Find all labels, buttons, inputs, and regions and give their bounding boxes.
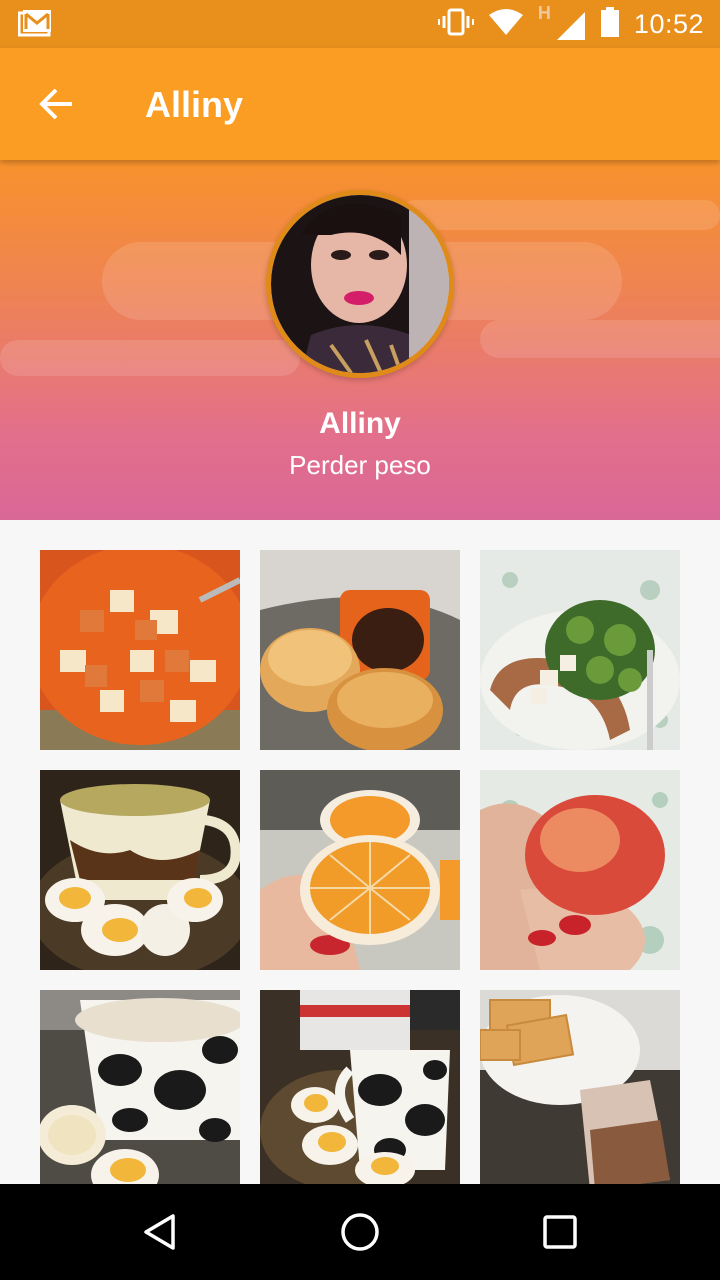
nav-back-button[interactable] <box>130 1202 190 1262</box>
fruit-salad-photo[interactable] <box>40 550 240 750</box>
orange-halves-photo[interactable] <box>260 770 460 970</box>
app-title: Alliny <box>145 84 244 125</box>
wifi-icon <box>488 8 524 41</box>
milk-and-banana-photo[interactable] <box>40 990 240 1190</box>
profile-name: Alliny <box>319 407 401 440</box>
crackers-and-chocolate-milk-photo[interactable] <box>480 990 680 1190</box>
nav-home-button[interactable] <box>330 1202 390 1262</box>
clock: 10:52 <box>633 8 704 39</box>
apple-in-hand-photo[interactable] <box>480 770 680 970</box>
background-cloud <box>0 340 300 376</box>
gmail-icon <box>17 9 52 39</box>
avatar[interactable] <box>266 190 454 378</box>
profile-header: Alliny Perder peso <box>0 160 720 520</box>
sausage-broccoli-photo[interactable] <box>480 550 680 750</box>
signal-icon: H <box>538 3 586 41</box>
bread-and-coffee-photo[interactable] <box>260 550 460 750</box>
background-cloud <box>400 200 720 230</box>
vibrate-icon <box>437 8 474 41</box>
tea-and-eggs-photo[interactable] <box>40 770 240 970</box>
avatar-photo <box>271 195 449 373</box>
back-triangle-icon <box>144 1214 175 1250</box>
status-bar: H 10:52 <box>0 0 720 48</box>
navigation-bar <box>0 1184 720 1280</box>
profile-goal: Perder peso <box>289 450 431 480</box>
battery-icon <box>600 6 620 42</box>
nav-recents-button[interactable] <box>530 1202 590 1262</box>
background-cloud <box>480 320 720 358</box>
back-button[interactable] <box>26 74 86 134</box>
arrow-back-icon <box>39 88 72 120</box>
home-circle-icon <box>341 1213 379 1251</box>
app-bar: Alliny <box>0 48 720 160</box>
eggs-and-cow-mug-photo[interactable] <box>260 990 460 1190</box>
network-type-label: H <box>537 3 551 23</box>
recents-square-icon <box>543 1215 577 1249</box>
